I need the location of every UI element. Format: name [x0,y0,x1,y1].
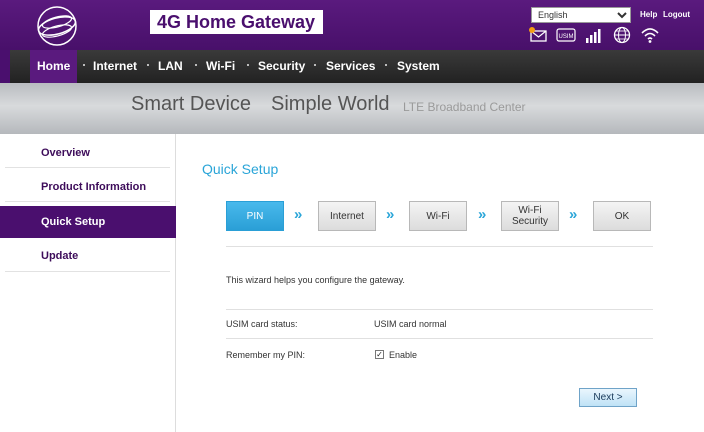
sidebar-divider [5,167,170,168]
brand-logo-icon [37,6,77,46]
nav-separator [83,64,85,66]
sidebar-item-overview[interactable]: Overview [0,137,176,169]
step-internet[interactable]: Internet [318,201,376,231]
nav-item-home[interactable]: Home [30,50,78,83]
gateway-page: 4G Home Gateway English Help Logout USIM [0,0,704,432]
nav-separator [195,64,197,66]
divider [226,338,653,339]
nav-separator [247,64,249,66]
banner: Smart Device Simple World LTE Broadband … [0,83,704,134]
sidebar-item-product-information[interactable]: Product Information [0,171,176,203]
nav-separator [314,64,316,66]
banner-slogan-right: Simple World [271,93,390,115]
main-nav: Home Internet LAN Wi-Fi Security Service… [0,50,704,83]
nav-accent [0,50,10,83]
nav-item-security[interactable]: Security [258,50,305,83]
app-title: 4G Home Gateway [150,10,323,34]
wifi-icon[interactable] [640,26,660,44]
signal-icon[interactable] [584,26,604,44]
main-content: Quick Setup PIN » Internet » Wi-Fi » Wi-… [177,134,704,432]
header: 4G Home Gateway English Help Logout USIM [0,0,704,50]
sidebar-divider [5,201,170,202]
nav-separator [385,64,387,66]
step-arrow-icon: » [478,206,487,223]
logout-link[interactable]: Logout [663,10,690,19]
nav-item-services[interactable]: Services [326,50,375,83]
page-title: Quick Setup [202,161,279,177]
step-arrow-icon: » [569,206,578,223]
remember-pin-option: Enable [389,350,418,360]
nav-item-lan[interactable]: LAN [158,50,183,83]
nav-item-wifi[interactable]: Wi-Fi [206,50,235,83]
sms-icon[interactable] [528,26,548,44]
banner-slogan-left: Smart Device [131,93,252,115]
nav-item-internet[interactable]: Internet [93,50,137,83]
sidebar-item-quick-setup[interactable]: Quick Setup [0,206,176,238]
sidebar-item-update[interactable]: Update [0,240,176,272]
step-arrow-icon: » [294,206,303,223]
step-arrow-icon: » [386,206,395,223]
nav-separator [147,64,149,66]
nav-item-system[interactable]: System [397,50,440,83]
divider [226,309,653,310]
help-link[interactable]: Help [640,10,657,19]
usim-status-value: USIM card normal [374,319,447,329]
usim-icon-label: USIM [559,34,574,40]
language-select[interactable]: English [531,7,631,23]
step-wifi[interactable]: Wi-Fi [409,201,467,231]
remember-pin-label: Remember my PIN: [226,350,306,360]
divider [226,246,653,247]
step-wifi-security[interactable]: Wi-Fi Security [501,201,559,231]
step-ok[interactable]: OK [593,201,651,231]
globe-icon[interactable] [612,26,632,44]
sidebar-divider [5,271,170,272]
remember-pin-checkbox[interactable]: ✓ [375,350,384,359]
usim-status-label: USIM card status: [226,319,298,329]
sidebar: Overview Product Information Quick Setup… [0,134,176,432]
usim-icon[interactable]: USIM [556,26,576,44]
step-pin[interactable]: PIN [226,201,284,231]
next-button[interactable]: Next > [579,388,637,407]
wizard-intro: This wizard helps you configure the gate… [226,275,405,285]
banner-subtitle: LTE Broadband Center [403,100,526,114]
